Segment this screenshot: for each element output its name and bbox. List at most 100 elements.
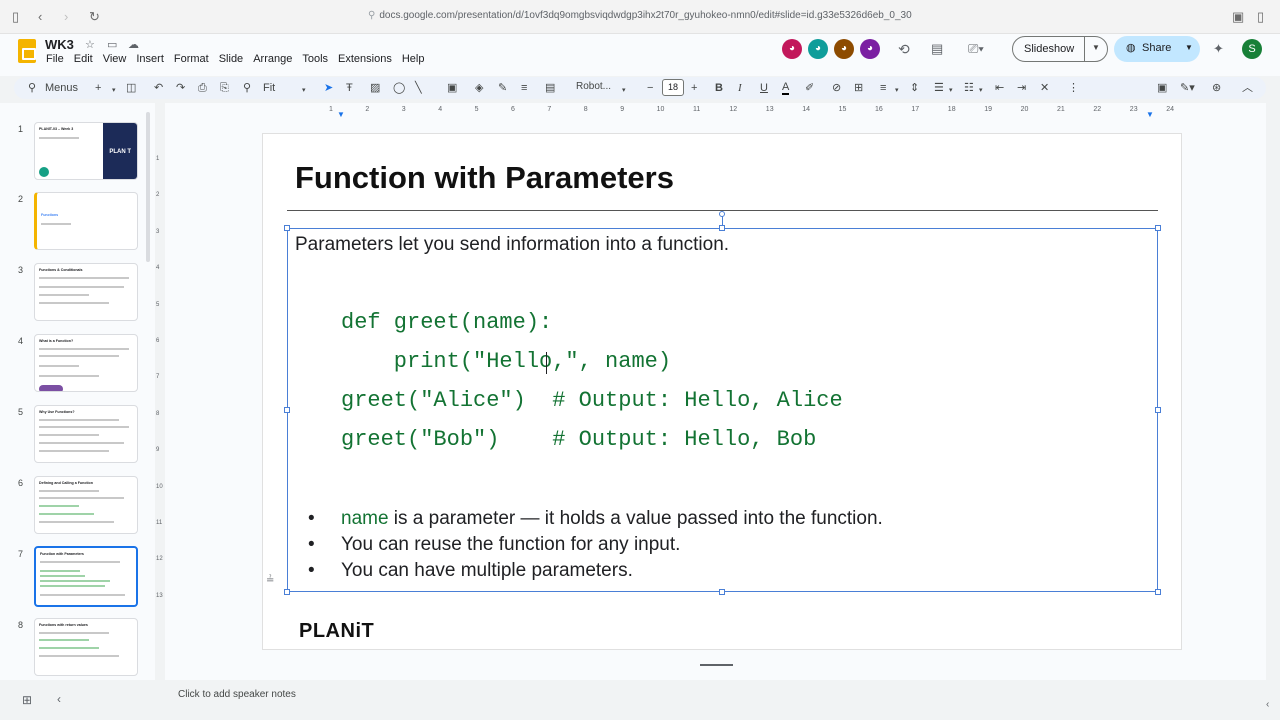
slideshow-button[interactable]: Slideshow ▼ — [1012, 36, 1108, 62]
new-slide-layout-icon[interactable]: ◫ — [126, 81, 136, 95]
reload-icon[interactable]: ↻ — [89, 9, 100, 25]
line-spacing-icon[interactable]: ⇕ — [910, 81, 919, 95]
chevron-down-icon[interactable]: ▾ — [979, 84, 983, 98]
font-family-select[interactable]: Robot... — [576, 81, 611, 92]
border-dash-icon[interactable]: ▤ — [545, 81, 555, 95]
forward-icon[interactable]: › — [64, 9, 68, 25]
slide-thumbnail[interactable]: PLANIT-03 – Week 3 PLAN T — [34, 122, 138, 180]
notes-resize-handle[interactable] — [700, 664, 733, 666]
slide-thumbnail-active[interactable]: Function with Parameters — [34, 546, 138, 607]
increase-indent-icon[interactable]: ⇥ — [1017, 81, 1026, 95]
menu-view[interactable]: View — [103, 53, 127, 65]
address-bar[interactable]: ⚲ docs.google.com/presentation/d/1ovf3dq9… — [368, 10, 912, 21]
clear-formatting-icon[interactable]: ✕ — [1040, 81, 1049, 95]
menu-extensions[interactable]: Extensions — [338, 53, 392, 65]
zoom-select[interactable]: Fit — [263, 81, 275, 95]
resize-handle[interactable] — [284, 589, 290, 595]
expand-panel-icon[interactable]: ‹ — [1266, 699, 1269, 710]
chevron-down-icon[interactable]: ▼ — [1092, 43, 1100, 52]
resize-handle[interactable] — [719, 225, 725, 231]
underline-icon[interactable]: U — [760, 81, 768, 95]
resize-handle[interactable] — [719, 589, 725, 595]
collapse-toolbar-icon[interactable]: ︿ — [1242, 81, 1253, 95]
border-weight-icon[interactable]: ≡ — [521, 81, 527, 95]
chevron-down-icon[interactable]: ▼ — [1185, 43, 1193, 52]
menu-insert[interactable]: Insert — [136, 53, 164, 65]
menu-help[interactable]: Help — [402, 53, 425, 65]
redo-icon[interactable]: ↷ — [176, 81, 185, 95]
code-line[interactable]: def greet(name): — [341, 310, 552, 335]
menu-arrange[interactable]: Arrange — [253, 53, 292, 65]
speaker-notes-panel[interactable] — [168, 682, 1266, 708]
line-icon[interactable]: ╲ — [415, 81, 422, 95]
cloud-status-icon[interactable]: ☁ — [128, 38, 139, 51]
tab-overview-icon[interactable]: ▣ — [1232, 9, 1244, 25]
chevron-down-icon[interactable]: ▾ — [112, 84, 116, 98]
more-options-icon[interactable]: ⋮ — [1068, 81, 1079, 95]
undo-icon[interactable]: ↶ — [154, 81, 163, 95]
paint-format-icon[interactable]: ⎘ — [220, 81, 229, 95]
collaborator-avatar[interactable]: ◕ — [860, 39, 880, 59]
code-line[interactable]: greet("Alice") # Output: Hello, Alice — [341, 388, 843, 413]
resize-handle[interactable] — [1155, 225, 1161, 231]
slides-logo-icon[interactable] — [18, 39, 36, 63]
sidebar-right-icon[interactable]: ▯ — [1257, 9, 1264, 25]
highlight-color-icon[interactable]: ✐ — [805, 81, 814, 95]
slide-thumbnail[interactable]: Functions — [34, 192, 138, 250]
search-menus-icon[interactable]: ⚲ — [28, 81, 36, 95]
fill-color-icon[interactable]: ◈ — [475, 81, 483, 95]
chevron-down-icon[interactable]: ▾ — [302, 84, 306, 98]
indent-marker-icon[interactable]: ▼ — [337, 110, 345, 119]
slide-thumbnail[interactable]: Functions with return values — [34, 618, 138, 676]
bullet-item[interactable]: • You can have multiple parameters. — [308, 560, 633, 626]
chevron-down-icon[interactable]: ▾ — [949, 84, 953, 98]
speaker-notes-placeholder[interactable]: Click to add speaker notes — [178, 689, 296, 700]
collaborator-avatar[interactable]: ◕ — [808, 39, 828, 59]
code-line[interactable]: print("Hello,", name) — [341, 349, 671, 374]
text-options-icon[interactable]: ≟ — [266, 575, 274, 586]
decrease-indent-icon[interactable]: ⇤ — [995, 81, 1004, 95]
align-icon[interactable]: ≡ — [880, 81, 886, 95]
right-indent-marker-icon[interactable]: ▼ — [1146, 110, 1154, 119]
move-folder-icon[interactable]: ▭ — [107, 38, 117, 51]
menu-edit[interactable]: Edit — [74, 53, 93, 65]
image-icon[interactable]: ▨ — [370, 81, 380, 95]
font-size-input[interactable]: 18 — [662, 79, 684, 96]
border-color-icon[interactable]: ✎ — [498, 81, 507, 95]
slide-thumbnail[interactable]: Functions & Conditionals — [34, 263, 138, 321]
resize-handle[interactable] — [284, 407, 290, 413]
numbered-list-icon[interactable]: ☷ — [964, 81, 974, 95]
decrease-font-icon[interactable]: − — [647, 81, 653, 95]
text-color-icon[interactable]: A — [782, 81, 790, 95]
user-avatar[interactable]: S — [1242, 39, 1262, 59]
new-slide-icon[interactable]: + — [95, 81, 101, 95]
collaborator-avatar[interactable]: ◕ — [782, 39, 802, 59]
history-icon[interactable]: ⟲ — [898, 41, 910, 58]
share-button[interactable]: ◍ Share ▼ — [1114, 36, 1200, 62]
code-line[interactable]: greet("Bob") # Output: Hello, Bob — [341, 427, 816, 452]
bold-icon[interactable]: B — [715, 81, 723, 95]
insert-comment-icon[interactable]: ⊞ — [854, 81, 863, 95]
present-icon[interactable]: ▣ — [1157, 81, 1167, 95]
shape-icon[interactable]: ◯ — [393, 81, 405, 95]
slide-thumbnail[interactable]: Defining and Calling a Function — [34, 476, 138, 534]
meet-icon[interactable]: ⎚▾ — [968, 41, 984, 57]
bulleted-list-icon[interactable]: ☰ — [934, 81, 944, 95]
textbox-icon[interactable]: Ŧ — [346, 81, 353, 95]
italic-icon[interactable]: I — [738, 81, 742, 95]
back-icon[interactable]: ‹ — [38, 9, 42, 25]
comment-add-icon[interactable]: ▣ — [447, 81, 457, 95]
slide-thumbnail[interactable]: Why Use Functions? — [34, 405, 138, 463]
collaborator-avatar[interactable]: ◕ — [834, 39, 854, 59]
search-menus-label[interactable]: Menus — [45, 81, 78, 95]
sidebar-toggle-icon[interactable]: ▯ — [12, 9, 19, 25]
accessibility-icon[interactable]: ⊛ — [1212, 81, 1221, 95]
increase-font-icon[interactable]: + — [691, 81, 697, 95]
grid-view-icon[interactable]: ⊞ — [22, 693, 32, 707]
gemini-icon[interactable]: ✦ — [1213, 41, 1224, 57]
document-title[interactable]: WK3 — [45, 37, 74, 52]
resize-handle[interactable] — [1155, 407, 1161, 413]
print-icon[interactable]: ⎙ — [198, 81, 207, 95]
zoom-icon[interactable]: ⚲ — [243, 81, 251, 95]
intro-text[interactable]: Parameters let you send information into… — [295, 234, 729, 256]
